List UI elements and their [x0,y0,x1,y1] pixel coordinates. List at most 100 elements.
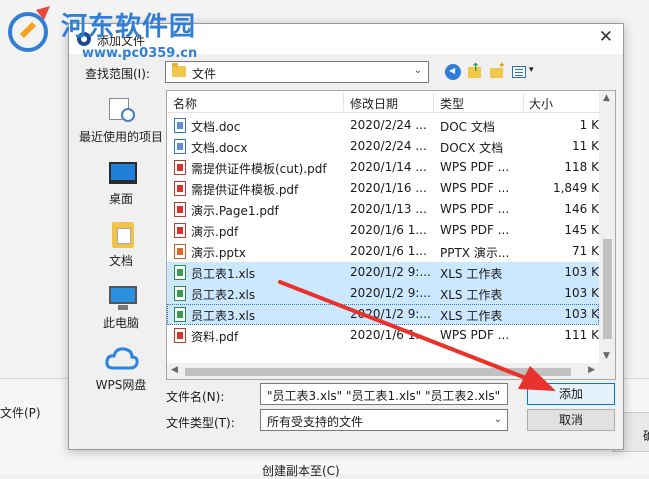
background-file-label[interactable]: 文件(P) [0,404,41,421]
file-name: 演示.Page1.pdf [191,204,279,218]
new-folder-button[interactable] [487,61,507,81]
file-date: 2020/1/6 1... [350,223,427,237]
pdf-file-icon [174,202,186,217]
up-folder-icon [468,61,481,78]
place-computer[interactable]: 此电脑 [75,280,167,338]
vertical-scroll-thumb[interactable] [603,239,612,339]
file-row[interactable]: 资料.pdf 2020/1/6 1... WPS PDF ... 111 K [167,325,599,346]
file-type: XLS 工作表 [440,267,503,281]
file-name: 员工表2.xls [191,288,256,302]
file-row[interactable]: 员工表1.xls 2020/1/2 9:... XLS 工作表 103 K [167,262,599,283]
xls-file-icon [174,307,186,322]
file-name: 资料.pdf [191,330,239,344]
file-row[interactable]: 员工表3.xls 2020/1/2 9:... XLS 工作表 103 K [167,304,599,325]
place-label: WPS网盘 [95,378,147,392]
place-desktop[interactable]: 桌面 [75,156,167,214]
scroll-up-icon[interactable]: ▲ [603,93,610,103]
file-row[interactable]: 演示.Page1.pdf 2020/1/13 ... WPS PDF ... 146 … [167,199,599,220]
background-copy-label[interactable]: 创建副本至(C) [262,462,340,479]
filetype-dropdown[interactable]: 所有受支持的文件 ⌄ [260,409,508,431]
watermark-title: 河东软件园 [61,12,197,42]
file-date: 2020/1/6 1... [350,244,427,258]
file-date: 2020/1/2 9:... [350,265,430,279]
chevron-down-icon: ⌄ [493,414,502,425]
file-size: 1 K [579,118,599,132]
file-size: 1,849 K [552,181,599,195]
scroll-corner [599,363,615,379]
doc-file-icon [174,139,186,154]
column-size[interactable]: 大小 [529,95,553,112]
file-name: 员工表1.xls [191,267,256,281]
up-folder-button[interactable] [465,61,485,81]
scroll-left-icon[interactable]: ◀ [171,365,178,375]
chevron-down-icon: ▾ [529,65,534,75]
file-row[interactable]: 演示.pptx 2020/1/6 1... PPTX 演示... 71 K [167,241,599,262]
place-label: 最近使用的项目 [78,130,163,144]
file-size: 118 K [564,160,599,174]
filename-label: 文件名(N): [166,390,225,404]
xls-file-icon [174,265,186,280]
column-date[interactable]: 修改日期 [350,95,398,112]
horizontal-scrollbar[interactable]: ◀ ▶ [167,363,599,379]
file-type: WPS PDF ... [440,160,510,174]
file-name: 文档.doc [191,120,241,134]
column-type[interactable]: 类型 [440,95,464,112]
watermark-logo-icon [8,6,50,52]
view-menu-button[interactable]: ▾ [510,63,540,81]
file-date: 2020/1/6 1... [350,328,427,342]
file-name: 演示.pptx [191,246,246,260]
places-bar: 最近使用的项目 桌面 文档 此电脑 WPS网盘 [75,90,167,392]
file-size: 145 K [564,223,599,237]
look-in-dropdown[interactable]: 文件 ⌄ [165,61,429,83]
back-button[interactable] [443,63,463,81]
horizontal-scroll-thumb[interactable] [185,368,571,376]
filename-field[interactable]: "员工表3.xls" "员工表1.xls" "员工表2.xls" [260,383,508,405]
add-file-dialog: 添加 文件 ✕ 查找范围(I): 文件 ⌄ ▾ 最近使用的项目 桌面 文档 此电脑 [68,23,624,450]
pdf-file-icon [174,223,186,238]
file-size: 103 K [564,265,599,279]
file-row[interactable]: 需提供证件模板.pdf 2020/1/16 ... WPS PDF ... 1,849… [167,178,599,199]
look-in-label: 查找范围(I): [85,67,150,81]
file-row[interactable]: 需提供证件模板(cut).pdf 2020/1/14 ... WPS PDF ...… [167,157,599,178]
file-size: 111 K [564,328,599,342]
scroll-right-icon[interactable]: ▶ [588,365,595,375]
look-in-value: 文件 [192,67,217,81]
view-icon [512,66,526,78]
file-row[interactable]: 演示.pdf 2020/1/6 1... WPS PDF ... 145 K [167,220,599,241]
add-button[interactable]: 添加 [527,383,615,405]
pdf-file-icon [174,181,186,196]
column-name[interactable]: 名称 [173,95,197,112]
doc-file-icon [174,118,186,133]
file-type: XLS 工作表 [440,288,503,302]
filename-value: "员工表3.xls" "员工表1.xls" "员工表2.xls" [267,389,501,403]
place-label: 此电脑 [102,316,139,330]
scroll-down-icon[interactable]: ▼ [603,351,610,361]
file-name: 需提供证件模板(cut).pdf [191,162,327,176]
new-folder-icon [490,61,506,78]
file-row[interactable]: 员工表2.xls 2020/1/2 9:... XLS 工作表 103 K [167,283,599,304]
vertical-scrollbar[interactable]: ▲ ▼ [599,91,615,363]
wps-cloud-icon [105,344,139,372]
file-size: 103 K [564,286,599,300]
computer-icon [109,286,137,310]
file-row[interactable]: 文档.docx 2020/2/24 ... DOCX 文档 11 K [167,136,599,157]
file-rows: 文档.doc 2020/2/24 ... DOC 文档 1 K 文档.docx 2020/… [167,115,599,346]
file-row[interactable]: 文档.doc 2020/2/24 ... DOC 文档 1 K [167,115,599,136]
file-type: PPTX 演示... [440,246,510,260]
file-date: 2020/1/16 ... [350,181,427,195]
file-type: WPS PDF ... [440,202,510,216]
file-name: 文档.docx [191,141,248,155]
place-documents[interactable]: 文档 [75,218,167,276]
file-type: WPS PDF ... [440,181,510,195]
close-icon[interactable]: ✕ [599,29,613,46]
file-list[interactable]: 名称 ^ 修改日期 类型 大小 文档.doc 2020/2/24 ... DOC 文… [166,90,616,380]
cancel-button[interactable]: 取消 [527,409,615,431]
file-date: 2020/2/24 ... [350,118,427,132]
place-recent[interactable]: 最近使用的项目 [75,94,167,152]
pdf-file-icon [174,328,186,343]
file-date: 2020/1/2 9:... [350,307,430,321]
file-date: 2020/1/2 9:... [350,286,430,300]
file-size: 11 K [572,139,599,153]
place-wps-cloud[interactable]: WPS网盘 [75,342,167,400]
desktop-icon [109,162,137,184]
